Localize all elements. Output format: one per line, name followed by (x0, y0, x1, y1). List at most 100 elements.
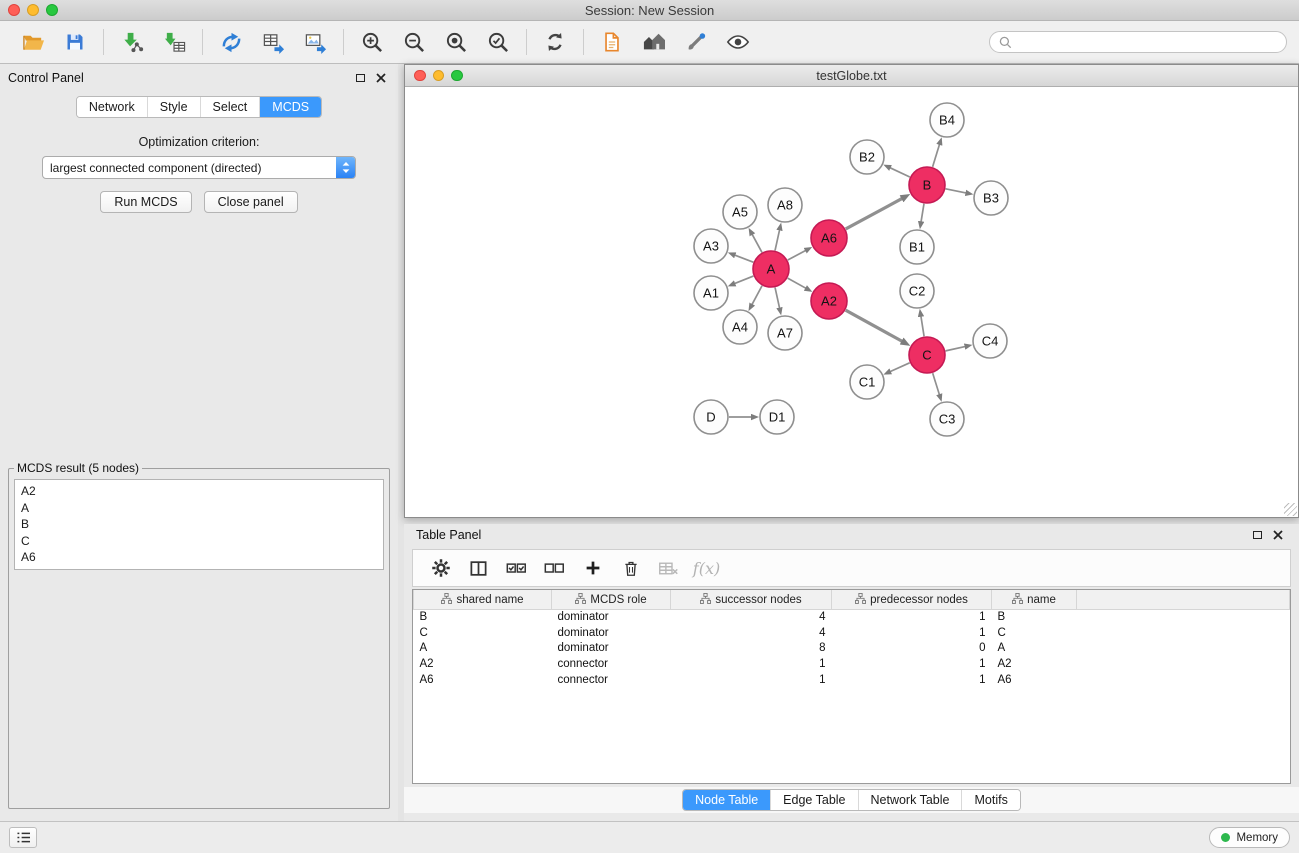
table-cell[interactable]: C (992, 625, 1077, 641)
home-button[interactable] (633, 24, 675, 60)
edge-A-A8[interactable] (775, 229, 780, 250)
table-cell[interactable]: A2 (414, 656, 552, 672)
column-header-shared-name[interactable]: shared name (414, 590, 552, 609)
node-A4[interactable]: A4 (723, 310, 757, 344)
mcds-result-item-b[interactable]: B (15, 516, 383, 533)
node-A2[interactable]: A2 (811, 283, 847, 319)
edge-B-B2[interactable] (890, 168, 910, 177)
table-row-a2[interactable]: A2connector11A2 (414, 656, 1290, 672)
node-C2[interactable]: C2 (900, 274, 934, 308)
edge-A2-C[interactable] (846, 310, 903, 341)
add-row-button[interactable] (577, 553, 608, 583)
edge-A-A1[interactable] (734, 276, 753, 284)
task-history-button[interactable] (9, 827, 37, 848)
table-cell[interactable]: 1 (832, 625, 992, 641)
table-row-b[interactable]: Bdominator41B (414, 609, 1290, 625)
table-cell[interactable]: B (414, 609, 552, 625)
column-header-predecessor-nodes[interactable]: predecessor nodes (832, 590, 992, 609)
close-panel-icon[interactable] (376, 73, 386, 83)
node-A5[interactable]: A5 (723, 195, 757, 229)
edge-B-B4[interactable] (933, 144, 940, 167)
search-input[interactable] (1017, 35, 1277, 49)
export-network-button[interactable] (210, 24, 252, 60)
node-D[interactable]: D (694, 400, 728, 434)
zoom-fit-button[interactable] (435, 24, 477, 60)
maximize-window-button[interactable] (46, 4, 58, 16)
node-A[interactable]: A (753, 251, 789, 287)
table-cell[interactable]: connector (552, 656, 671, 672)
node-A7[interactable]: A7 (768, 316, 802, 350)
node-A1[interactable]: A1 (694, 276, 728, 310)
close-panel-button[interactable]: Close panel (204, 191, 298, 213)
node-B1[interactable]: B1 (900, 230, 934, 264)
table-cell[interactable]: 8 (671, 641, 832, 657)
edge-A-A7[interactable] (775, 288, 780, 309)
import-table-disabled-button[interactable] (653, 553, 684, 583)
table-settings-button[interactable] (425, 553, 456, 583)
table-cell[interactable]: 1 (671, 656, 832, 672)
table-row-a[interactable]: Adominator80A (414, 641, 1290, 657)
function-builder-button[interactable]: f(x) (691, 553, 722, 583)
open-document-button[interactable] (591, 24, 633, 60)
table-row-a6[interactable]: A6connector11A6 (414, 672, 1290, 688)
table-cell[interactable]: A (414, 641, 552, 657)
edge-A-A4[interactable] (752, 286, 762, 305)
minimize-window-button[interactable] (27, 4, 39, 16)
mcds-result-item-a2[interactable]: A2 (15, 483, 383, 500)
edge-C-C3[interactable] (933, 373, 940, 395)
node-D1[interactable]: D1 (760, 400, 794, 434)
node-A6[interactable]: A6 (811, 220, 847, 256)
export-table-button[interactable] (252, 24, 294, 60)
maximize-network-window-button[interactable] (451, 70, 463, 82)
table-cell[interactable]: A6 (414, 672, 552, 688)
mcds-result-item-a6[interactable]: A6 (15, 549, 383, 566)
table-cell[interactable]: 1 (832, 609, 992, 625)
search-box[interactable] (989, 31, 1287, 53)
minimize-network-window-button[interactable] (433, 70, 445, 82)
zoom-in-button[interactable] (351, 24, 393, 60)
mcds-result-item-a[interactable]: A (15, 500, 383, 517)
style-filter-button[interactable] (675, 24, 717, 60)
table-cell[interactable]: dominator (552, 641, 671, 657)
close-network-window-button[interactable] (414, 70, 426, 82)
edge-C-C4[interactable] (946, 346, 966, 350)
zoom-out-button[interactable] (393, 24, 435, 60)
node-C3[interactable]: C3 (930, 402, 964, 436)
save-session-button[interactable] (54, 24, 96, 60)
table-cell[interactable]: 1 (832, 672, 992, 688)
open-session-button[interactable] (12, 24, 54, 60)
tab-style[interactable]: Style (147, 97, 200, 117)
column-header-name[interactable]: name (992, 590, 1077, 609)
float-panel-button[interactable] (356, 74, 365, 82)
table-cell[interactable]: dominator (552, 625, 671, 641)
node-B4[interactable]: B4 (930, 103, 964, 137)
node-C1[interactable]: C1 (850, 365, 884, 399)
table-cell[interactable]: dominator (552, 609, 671, 625)
table-cell[interactable]: 4 (671, 625, 832, 641)
node-B3[interactable]: B3 (974, 181, 1008, 215)
tab-mcds[interactable]: MCDS (259, 97, 321, 117)
node-C4[interactable]: C4 (973, 324, 1007, 358)
table-cell[interactable]: 1 (832, 656, 992, 672)
table-cell[interactable]: A2 (992, 656, 1077, 672)
column-header-successor-nodes[interactable]: successor nodes (671, 590, 832, 609)
table-cell[interactable]: A (992, 641, 1077, 657)
edge-C-C2[interactable] (921, 316, 924, 337)
memory-button[interactable]: Memory (1209, 827, 1290, 848)
tab-network[interactable]: Network (77, 97, 147, 117)
import-table-button[interactable] (153, 24, 195, 60)
edge-A-A3[interactable] (734, 255, 753, 262)
table-cell[interactable]: 1 (671, 672, 832, 688)
column-header-mcds-role[interactable]: MCDS role (552, 590, 671, 609)
export-image-button[interactable] (294, 24, 336, 60)
window-resize-grip[interactable] (1284, 503, 1297, 516)
show-hide-button[interactable] (717, 24, 759, 60)
tab-node-table[interactable]: Node Table (683, 790, 770, 810)
node-B[interactable]: B (909, 167, 945, 203)
close-table-panel-icon[interactable] (1273, 530, 1283, 540)
node-A8[interactable]: A8 (768, 188, 802, 222)
network-canvas[interactable]: B4B2BB3A8A5A6A3B1AC2A1A2A4A7C4CC1C3DD1 (405, 87, 1298, 517)
edge-B-B1[interactable] (921, 204, 924, 223)
tab-select[interactable]: Select (200, 97, 260, 117)
edge-A6-B[interactable] (846, 198, 903, 229)
